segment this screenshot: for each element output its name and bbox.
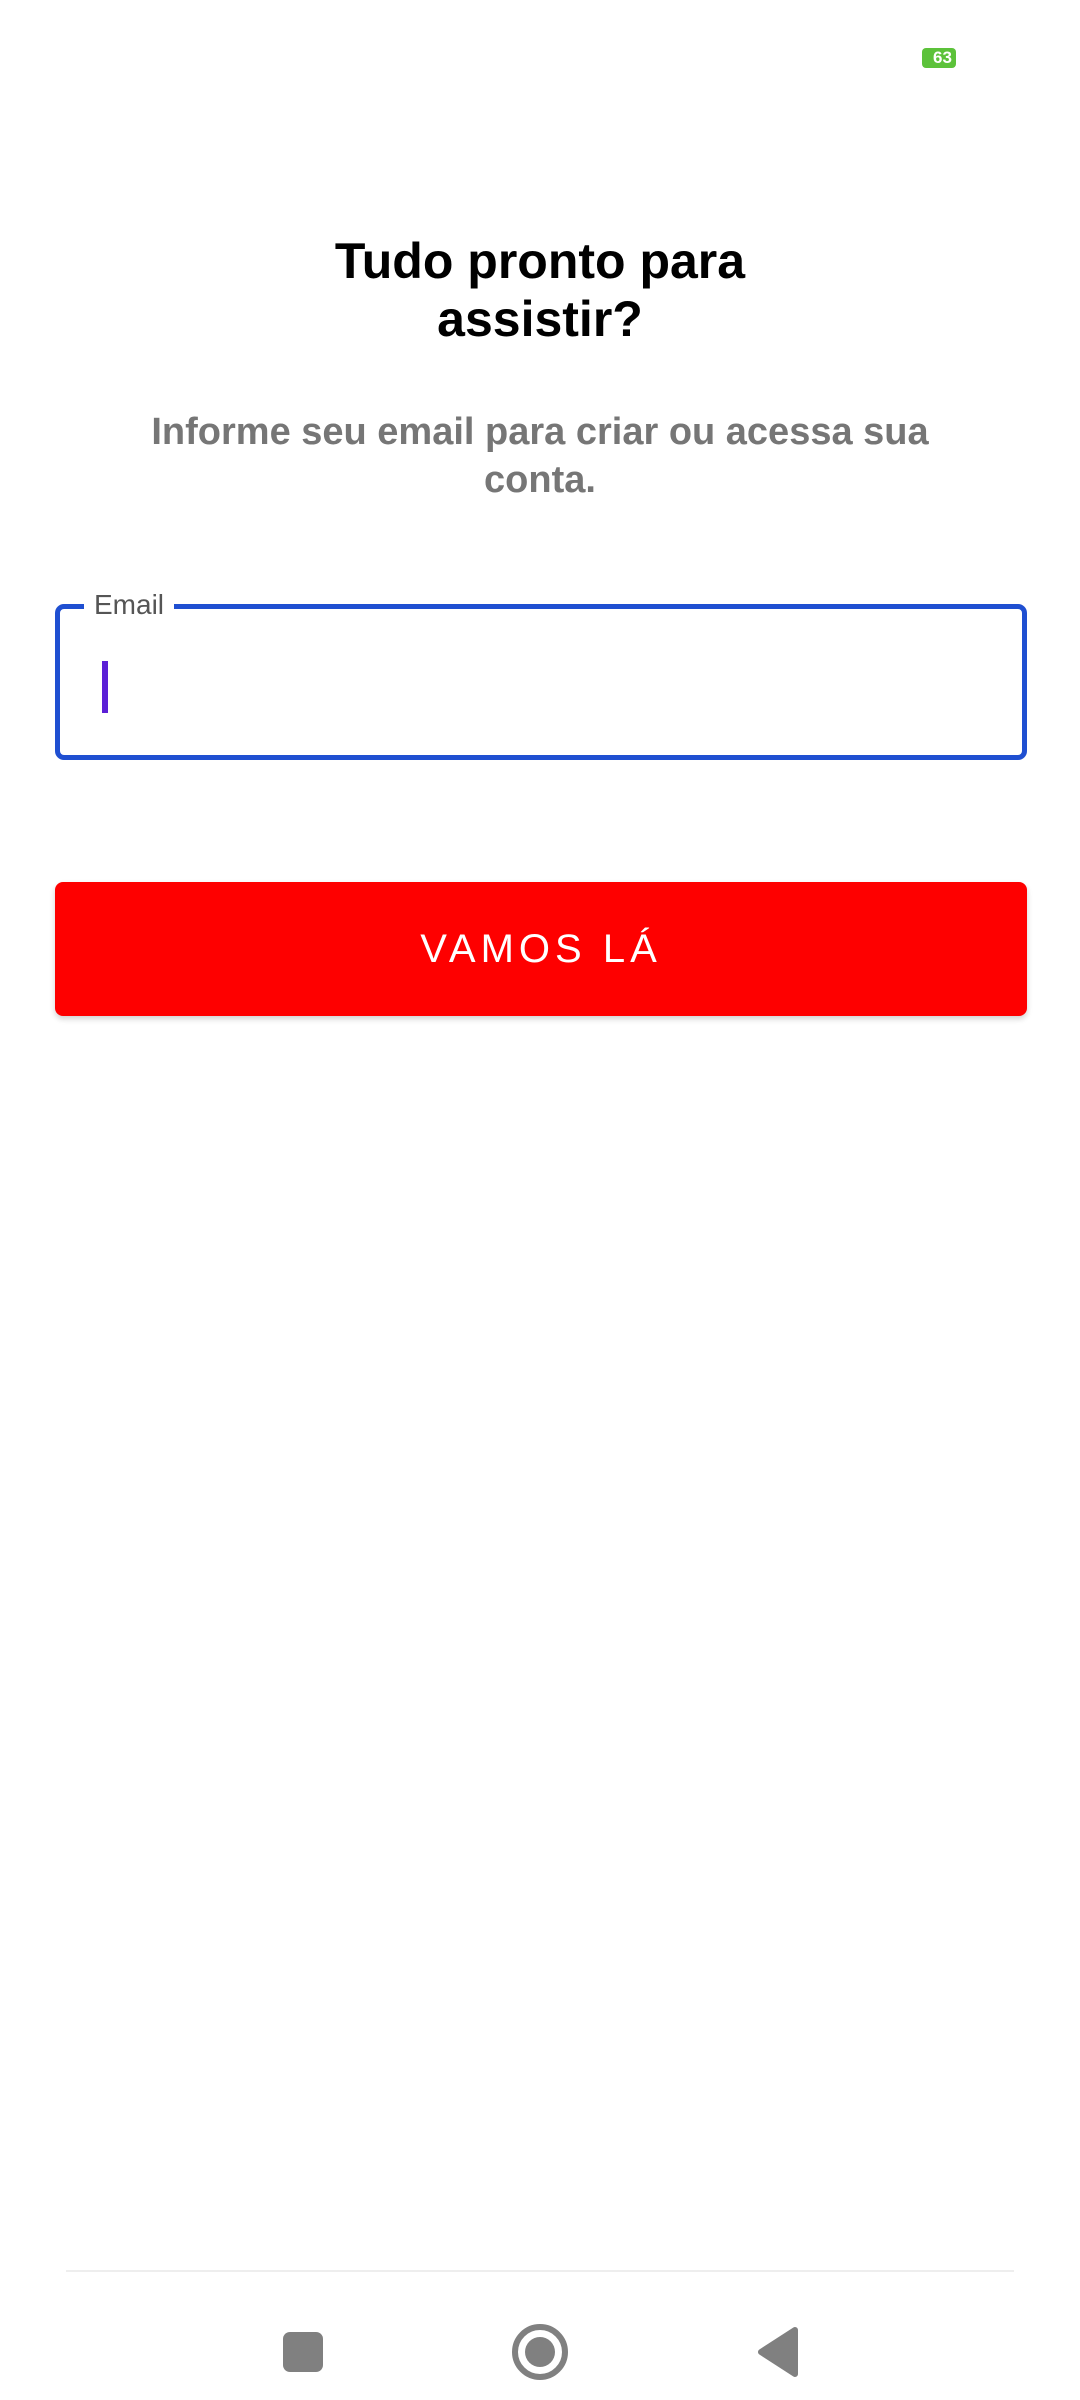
page-subtitle: Informe seu email para criar ou acessa s… (151, 411, 929, 501)
battery-icon: 63 (922, 48, 956, 68)
status-bar: 63 (0, 0, 1080, 100)
home-icon (512, 2324, 568, 2380)
navigation-bar (0, 2272, 1080, 2400)
recents-icon (283, 2332, 323, 2372)
text-cursor (102, 661, 108, 713)
email-field-label: Email (84, 585, 175, 625)
page-title-line-1: Tudo pronto para (334, 233, 746, 289)
home-icon-dot (525, 2337, 555, 2367)
email-field[interactable]: Email (55, 585, 1027, 760)
page-title-line-2: assistir? (437, 291, 643, 347)
back-icon (758, 2327, 798, 2377)
recents-button[interactable] (263, 2312, 343, 2392)
page-title: Tudo pronto para assistir? (0, 232, 1080, 348)
submit-button[interactable]: VAMOS LÁ (55, 882, 1027, 1016)
email-input[interactable] (96, 649, 976, 709)
battery-level: 63 (933, 48, 952, 67)
back-button[interactable] (737, 2312, 817, 2392)
home-button[interactable] (500, 2312, 580, 2392)
